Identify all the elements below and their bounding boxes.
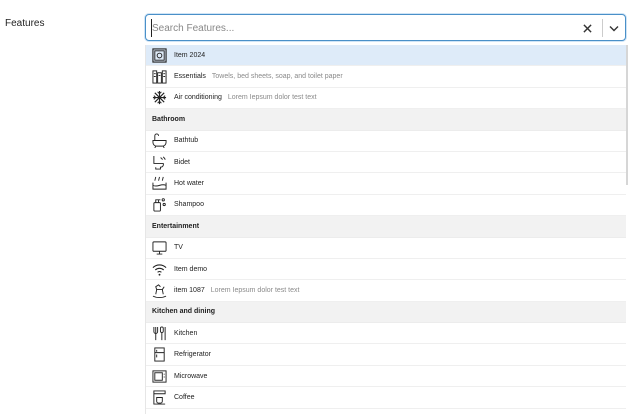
option-label: Item 2024	[174, 51, 206, 59]
option-bathtub[interactable]: Bathtub	[146, 131, 626, 152]
option-description: Lorem Iepsum dolor test text	[227, 94, 317, 102]
option-hot-water[interactable]: Hot water	[146, 173, 626, 195]
option-label: Kitchen	[174, 329, 198, 337]
option-label: TV	[174, 244, 183, 252]
bathtub-icon	[151, 132, 168, 149]
coffee-maker-icon	[151, 389, 168, 406]
menu-scrollbar[interactable]	[626, 45, 628, 185]
essentials-icon	[151, 68, 168, 85]
option-description: Lorem Iepsum dolor test text	[210, 286, 300, 294]
close-icon	[582, 23, 592, 33]
utensils-icon	[151, 325, 168, 342]
option-label: item 1087	[174, 286, 205, 294]
options-menu[interactable]: Item 2024 Essentials Towels, bed sheets,…	[145, 45, 626, 414]
indicator-separator	[602, 19, 603, 37]
option-label: Refrigerator	[174, 351, 211, 359]
features-select[interactable]	[145, 14, 626, 41]
safe-icon	[151, 47, 168, 64]
option-microwave[interactable]: Microwave	[146, 366, 626, 388]
option-item-demo[interactable]: Item demo	[146, 259, 626, 281]
option-label: Shampoo	[174, 201, 204, 209]
features-label: Features	[5, 18, 45, 29]
clear-button[interactable]	[580, 21, 594, 35]
search-input[interactable]	[151, 19, 572, 37]
option-label: Hot water	[174, 180, 204, 188]
hot-water-icon	[151, 175, 168, 192]
shampoo-icon	[151, 196, 168, 213]
option-bidet[interactable]: Bidet	[146, 152, 626, 174]
option-tv[interactable]: TV	[146, 238, 626, 259]
option-label: Air conditioning	[174, 94, 222, 102]
option-label: Bathtub	[174, 137, 199, 145]
option-label: Coffee	[174, 393, 195, 401]
group-heading-bathroom: Bathroom	[146, 109, 626, 131]
option-air-conditioning[interactable]: Air conditioning Lorem Iepsum dolor test…	[146, 88, 626, 110]
group-heading-kitchen-and-dining: Kitchen and dining	[146, 301, 626, 324]
option-essentials[interactable]: Essentials Towels, bed sheets, soap, and…	[146, 66, 626, 88]
option-label: Bidet	[174, 158, 190, 166]
wifi-icon	[151, 261, 168, 278]
option-kitchen[interactable]: Kitchen	[146, 323, 626, 345]
option-item-2024[interactable]: Item 2024	[146, 45, 626, 67]
option-description: Towels, bed sheets, soap, and toilet pap…	[211, 73, 343, 81]
tv-icon	[151, 239, 168, 256]
option-refrigerator[interactable]: Refrigerator	[146, 344, 626, 366]
chevron-down-icon	[609, 25, 619, 32]
option-label: Essentials	[174, 73, 206, 81]
snowflake-icon	[151, 89, 168, 106]
option-shampoo[interactable]: Shampoo	[146, 195, 626, 217]
rocking-horse-icon	[151, 282, 168, 299]
option-label: Microwave	[174, 372, 208, 380]
refrigerator-icon	[151, 346, 168, 363]
dropdown-toggle[interactable]	[607, 21, 621, 35]
option-coffee[interactable]: Coffee	[146, 387, 626, 409]
option-item-1087[interactable]: item 1087 Lorem Iepsum dolor test text	[146, 280, 626, 302]
option-label: Item demo	[174, 265, 208, 273]
group-heading-entertainment: Entertainment	[146, 216, 626, 238]
bidet-icon	[151, 154, 168, 171]
microwave-icon	[151, 368, 168, 385]
